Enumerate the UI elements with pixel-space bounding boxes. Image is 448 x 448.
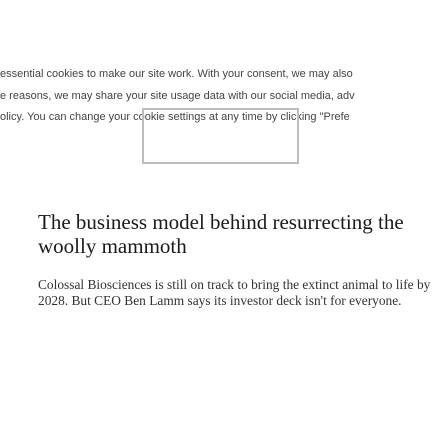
- cookie-settings-button[interactable]: [142, 108, 299, 164]
- cookie-consent-line: e reasons, we may share your site usage …: [0, 89, 355, 102]
- article-teaser[interactable]: The business model behind resurrecting t…: [38, 210, 438, 308]
- cookie-consent-line: essential cookies to make our site work.…: [0, 68, 353, 80]
- article-dek: Colossal Biosciences is still on track t…: [38, 277, 431, 308]
- article-headline[interactable]: The business model behind resurrecting t…: [38, 210, 438, 258]
- cookie-consent-banner: essential cookies to make our site work.…: [0, 0, 448, 210]
